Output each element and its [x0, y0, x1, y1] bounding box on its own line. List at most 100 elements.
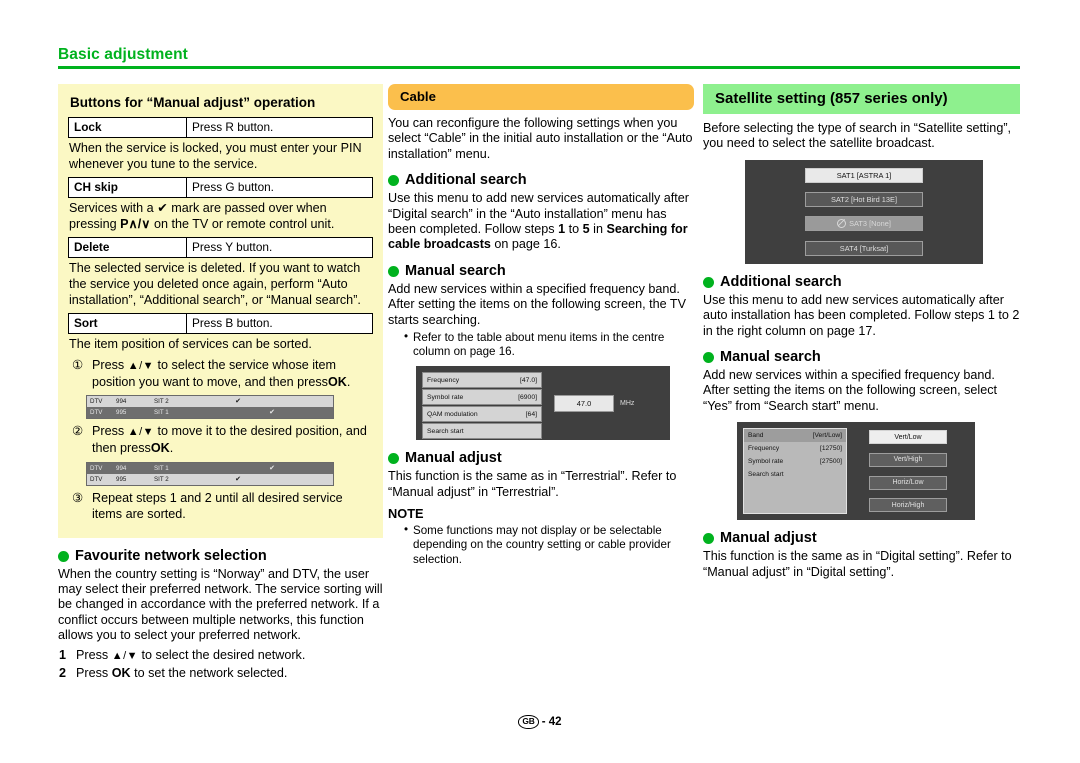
manual-adjust-buttons-box: Buttons for “Manual adjust” operation Lo… — [58, 84, 383, 538]
heading-label: Manual adjust — [720, 530, 817, 547]
menu-item-label: Search start — [427, 427, 464, 435]
band-option-label: Horiz/Low — [892, 479, 924, 487]
step-number-2: ② — [72, 424, 84, 439]
sat1-button[interactable]: SAT1 [ASTRA 1] — [805, 167, 923, 183]
satellite-intro: Before selecting the type of search in “… — [703, 121, 1012, 151]
heading-label: Additional search — [720, 273, 842, 290]
menu-item-qam-modulation: QAM modulation [64] — [422, 406, 542, 423]
sort-step-2: ② Press ▲/▼ to move it to the desired po… — [68, 424, 373, 457]
list-item: DTV 995 SIT 2 ✔ — [87, 473, 333, 485]
lock-value: Press R button. — [186, 117, 373, 138]
menu-list: Frequency [47.0] Symbol rate [6900] QAM … — [422, 372, 542, 440]
menu-item-value: [27500] — [820, 458, 842, 466]
list-item: DTV 994 SIT 2 ✔ — [87, 396, 333, 408]
header-rule — [58, 66, 1020, 69]
step1-text-a: Press — [92, 357, 125, 372]
cable-manual-search-body: Add new services within a specified freq… — [388, 281, 686, 327]
satellite-manual-search-heading: Manual search — [703, 348, 1020, 367]
step2-text-a: Press — [92, 424, 125, 439]
satellite-additional-search-heading: Additional search — [703, 273, 1020, 292]
region-badge: GB — [518, 715, 539, 729]
sat2-button[interactable]: SAT2 [Hot Bird 13E] — [805, 192, 923, 208]
updown-arrow-icon: ▲/▼ — [111, 649, 139, 662]
cable-manual-adjust-body: This function is the same as in “Terrest… — [388, 469, 677, 499]
sat4-label: SAT4 [Turksat] — [839, 243, 889, 253]
right-column: Satellite setting (857 series only) Befo… — [703, 84, 1020, 583]
chskip-description: Services with a ✔ mark are passed over w… — [69, 201, 373, 232]
step-number: 1 — [59, 647, 67, 662]
check-mark-icon: ✔ — [269, 464, 275, 472]
band-option-vert-low[interactable]: Vert/Low — [869, 430, 947, 445]
check-mark-icon: ✔ — [269, 409, 275, 417]
menu-item-value: [12750] — [820, 445, 842, 453]
no-entry-icon — [837, 219, 847, 229]
chskip-value: Press G button. — [186, 177, 373, 199]
service-list-screen-2: DTV 994 SIT 1 ✔ DTV 995 SIT 2 ✔ — [86, 461, 334, 486]
table-row: CH skip Press G button. — [68, 177, 373, 199]
ok-key-label: OK — [111, 665, 131, 680]
band-option-label: Vert/Low — [894, 433, 922, 441]
step-text-a: Press — [76, 647, 109, 662]
left-column: Buttons for “Manual adjust” operation Lo… — [58, 84, 383, 682]
satellite-manual-adjust-heading: Manual adjust — [703, 529, 1020, 548]
band-option-list: Vert/Low Vert/High Horiz/Low Horiz/High — [847, 428, 969, 514]
step-number-1: ① — [72, 357, 84, 372]
check-mark-icon: ✔ — [235, 475, 241, 483]
page-footer: GB - 42 — [0, 715, 1080, 729]
menu-item-search-start: Search start — [744, 468, 846, 481]
satellite-manual-adjust-body: This function is the same as in “Digital… — [703, 549, 1012, 579]
menu-item-band: Band [Vert/Low] — [744, 429, 846, 443]
updown-arrow-icon: ▲/▼ — [127, 426, 155, 439]
chskip-key: CH skip — [68, 177, 187, 199]
service-type: DTV — [90, 398, 103, 406]
chskip-text-c: on the TV or remote control unit. — [153, 216, 335, 231]
ok-key-label: OK — [150, 441, 170, 456]
menu-item-value: [47.0] — [519, 376, 537, 384]
manual-page: Basic adjustment Buttons for “Manual adj… — [0, 0, 1080, 763]
band-option-label: Horiz/High — [891, 501, 925, 509]
step2-text-end: . — [169, 441, 174, 456]
sat2-label: SAT2 [Hot Bird 13E] — [831, 195, 897, 205]
service-number: 994 — [116, 464, 127, 472]
menu-item-label: Band — [748, 432, 764, 440]
service-name: SIT 1 — [154, 464, 169, 472]
cable-manual-search-notes: Refer to the table about menu items in t… — [388, 330, 694, 359]
satellite-manual-search-body: Add new services within a specified freq… — [703, 368, 998, 413]
heading-label: Additional search — [405, 172, 527, 189]
updown-arrow-icon: ▲/▼ — [127, 359, 155, 372]
check-mark-icon: ✔ — [235, 398, 241, 406]
service-type: DTV — [90, 464, 103, 472]
chskip-text-a: Services with a — [69, 201, 154, 216]
menu-item-label: Symbol rate — [427, 393, 464, 401]
list-item: Refer to the table about menu items in t… — [404, 330, 694, 359]
favourite-network-heading: Favourite network selection — [58, 547, 383, 566]
band-option-horiz-high[interactable]: Horiz/High — [869, 498, 947, 513]
sort-description: The item position of services can be sor… — [69, 337, 312, 352]
channel-updown-keys: P∧/∨ — [120, 216, 151, 231]
step-number: 2 — [59, 665, 67, 680]
list-item: DTV 994 SIT 1 ✔ — [87, 462, 333, 474]
middle-column: Cable You can reconfigure the following … — [388, 84, 694, 570]
check-mark-icon: ✔ — [157, 201, 168, 216]
menu-item-label: Search start — [748, 471, 784, 479]
note-title: NOTE — [388, 506, 424, 522]
lock-description: When the service is locked, you must ent… — [69, 141, 362, 171]
step-from: 1 — [558, 222, 566, 237]
service-number: 995 — [116, 475, 127, 483]
note-list: Some functions may not display or be sel… — [388, 523, 694, 567]
page-title: Basic adjustment — [58, 46, 188, 63]
lock-key: Lock — [68, 117, 187, 138]
running-head: Basic adjustment — [58, 46, 1020, 69]
band-option-horiz-low[interactable]: Horiz/Low — [869, 475, 947, 490]
band-option-vert-high[interactable]: Vert/High — [869, 452, 947, 467]
green-bullet-icon — [388, 175, 399, 187]
menu-item-value: [Vert/Low] — [812, 432, 842, 440]
green-bullet-icon — [58, 550, 69, 562]
cable-intro: You can reconfigure the following settin… — [388, 116, 693, 161]
menu-item-label: Symbol rate — [748, 458, 784, 466]
sat4-button[interactable]: SAT4 [Turksat] — [805, 240, 923, 256]
band-option-label: Vert/High — [893, 456, 923, 464]
cable-manual-adjust-heading: Manual adjust — [388, 449, 694, 468]
body-text-end: on page 16. — [494, 237, 561, 252]
sat3-button[interactable]: SAT3 [None] — [805, 216, 923, 232]
